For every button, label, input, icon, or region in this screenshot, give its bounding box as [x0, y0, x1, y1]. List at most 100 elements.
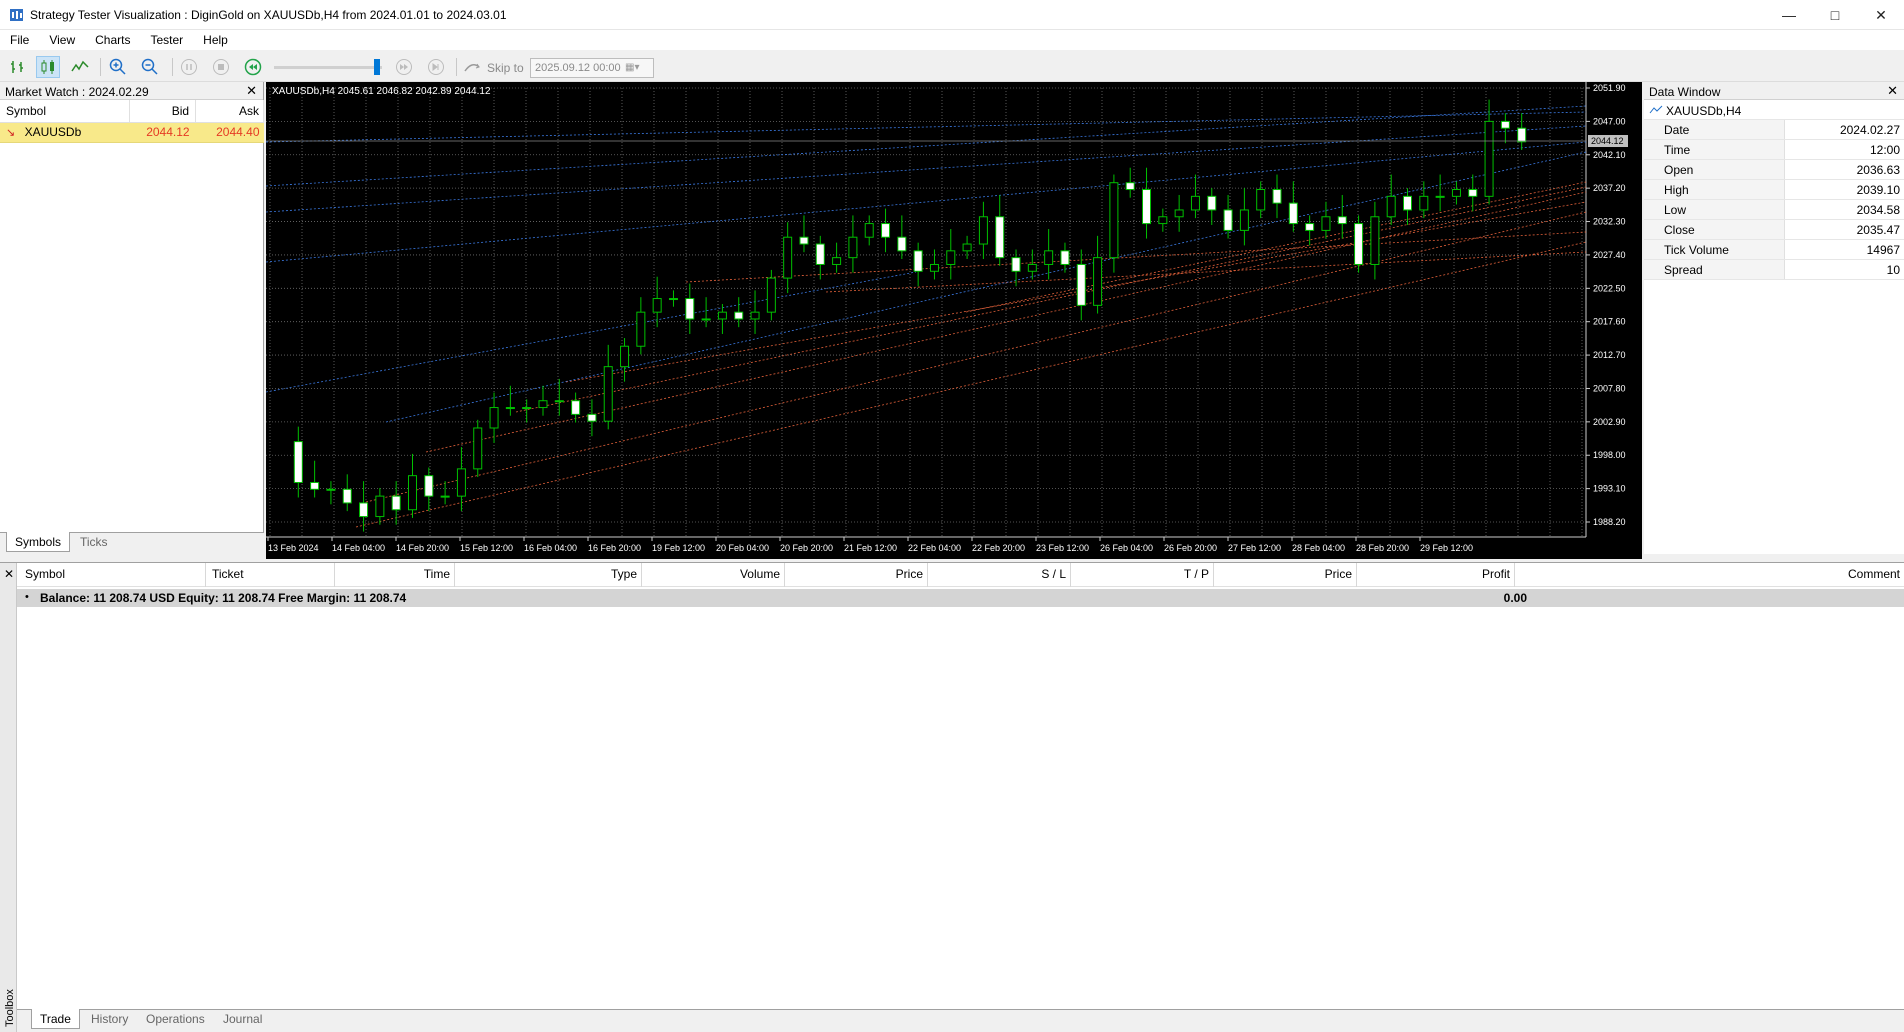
candle-body: [1288, 202, 1298, 225]
rewind-button[interactable]: [241, 56, 265, 78]
candle-body: [864, 223, 874, 238]
candle-body: [799, 236, 809, 245]
column-header[interactable]: Symbol: [17, 563, 206, 587]
price-tick-label: 2032.30: [1593, 217, 1626, 227]
candle-body: [505, 407, 515, 410]
skip-end-button[interactable]: [424, 56, 448, 78]
tab-history[interactable]: History: [83, 1009, 136, 1029]
pause-button[interactable]: [177, 56, 201, 78]
market-watch-close-icon[interactable]: ✕: [246, 83, 257, 99]
column-header-symbol[interactable]: Symbol: [0, 100, 131, 123]
minimize-button[interactable]: —: [1766, 0, 1812, 30]
buy-order-line: [266, 105, 1587, 187]
data-window-symbol: XAUUSDb,H4: [1666, 104, 1742, 118]
down-arrow-icon: ↘: [6, 127, 16, 139]
candle-body: [668, 298, 678, 301]
balance-row[interactable]: • Balance: 11 208.74 USD Equity: 11 208.…: [17, 589, 1904, 607]
candle-body: [1370, 216, 1380, 265]
price-tick-label: 2042.10: [1593, 150, 1626, 160]
candle-body: [1190, 195, 1200, 211]
candle-body: [1158, 216, 1168, 225]
column-header[interactable]: Price: [785, 563, 928, 587]
symbol-cell: XAUUSDb: [24, 125, 82, 139]
candle-body: [489, 407, 499, 429]
data-window-close-icon[interactable]: ✕: [1887, 83, 1898, 99]
maximize-button[interactable]: □: [1812, 0, 1858, 30]
tab-symbols[interactable]: Symbols: [6, 532, 71, 552]
tab-journal[interactable]: Journal: [215, 1009, 270, 1029]
column-header[interactable]: Time: [335, 563, 455, 587]
candle-body: [962, 243, 972, 252]
calendar-dropdown-icon[interactable]: ▦▾: [625, 62, 649, 74]
column-header[interactable]: T / P: [1071, 563, 1214, 587]
price-tick-label: 1988.20: [1593, 517, 1626, 527]
market-watch-row[interactable]: ↘ XAUUSDb 2044.12 2044.40: [0, 122, 264, 143]
column-header[interactable]: Volume: [642, 563, 785, 587]
speed-slider-thumb[interactable]: [374, 59, 380, 75]
menu-file[interactable]: File: [0, 30, 39, 50]
buy-order-line: [266, 271, 917, 393]
candle-body: [685, 298, 695, 320]
candle-body: [1239, 209, 1249, 231]
candle-body: [554, 400, 564, 403]
bar-chart-button[interactable]: [6, 56, 30, 78]
tab-ticks[interactable]: Ticks: [72, 532, 116, 552]
column-header[interactable]: Profit: [1357, 563, 1515, 587]
zoom-out-icon: [141, 58, 158, 75]
skip-to-button[interactable]: [460, 56, 484, 78]
toolbox-close-icon[interactable]: ✕: [4, 567, 14, 581]
pause-icon: [181, 59, 197, 75]
column-header-bid[interactable]: Bid: [129, 100, 197, 123]
candle-body: [897, 236, 907, 252]
market-watch-panel: Market Watch : 2024.02.29 ✕ Symbol Bid A…: [0, 82, 264, 554]
menu-charts[interactable]: Charts: [85, 30, 140, 50]
candle-body: [1468, 189, 1478, 197]
data-key: Open: [1644, 160, 1785, 179]
candle-body: [1321, 216, 1331, 231]
column-header[interactable]: Ticket: [206, 563, 335, 587]
stop-button[interactable]: [209, 56, 233, 78]
column-header[interactable]: Type: [455, 563, 642, 587]
app-icon: [10, 9, 23, 21]
candle-body: [1044, 250, 1054, 265]
close-button[interactable]: ✕: [1858, 0, 1904, 30]
candle-body: [310, 481, 320, 490]
toolbox-sidebar: ✕ Toolbox: [0, 563, 17, 1032]
data-row: Time 12:00: [1644, 140, 1904, 160]
buy-order-line: [266, 111, 1587, 143]
fast-forward-button[interactable]: [392, 56, 416, 78]
data-row: High 2039.10: [1644, 180, 1904, 200]
menu-help[interactable]: Help: [193, 30, 238, 50]
candle-body: [783, 236, 793, 279]
data-window-title: Data Window: [1649, 85, 1721, 99]
data-row: Open 2036.63: [1644, 160, 1904, 180]
price-chart[interactable]: 2051.90 2047.00 2042.10 2037.20 2032.30 2027.…: [266, 82, 1642, 559]
title-bar: Strategy Tester Visualization : DiginGol…: [0, 0, 1904, 30]
tab-trade[interactable]: Trade: [31, 1009, 80, 1029]
candlestick-button[interactable]: [36, 56, 60, 78]
candle-body: [1272, 189, 1282, 204]
candle-body: [1403, 195, 1413, 211]
column-header[interactable]: S / L: [928, 563, 1071, 587]
candle-body: [832, 257, 842, 265]
zoom-out-button[interactable]: [138, 56, 162, 78]
candle-body: [473, 427, 483, 470]
menu-tester[interactable]: Tester: [140, 30, 193, 50]
zoom-in-icon: [109, 58, 126, 75]
price-tick-label: 2037.20: [1593, 183, 1626, 193]
current-price-label: 2044.12: [1591, 136, 1624, 146]
menu-view[interactable]: View: [39, 30, 85, 50]
line-chart-button[interactable]: [68, 56, 92, 78]
tab-operations[interactable]: Operations: [138, 1009, 213, 1029]
price-tick-label: 1998.00: [1593, 450, 1626, 460]
data-row: Tick Volume 14967: [1644, 240, 1904, 260]
speed-slider-track[interactable]: [274, 66, 382, 69]
column-header-ask[interactable]: Ask: [195, 100, 264, 123]
column-header[interactable]: Price: [1214, 563, 1357, 587]
zoom-in-button[interactable]: [106, 56, 130, 78]
data-value: 10: [1886, 263, 1900, 277]
bar-chart-icon: [11, 61, 23, 73]
candlestick-icon: [41, 60, 54, 74]
column-header[interactable]: Comment: [1515, 563, 1904, 587]
time-tick-label: 14 Feb 04:00: [332, 543, 385, 553]
